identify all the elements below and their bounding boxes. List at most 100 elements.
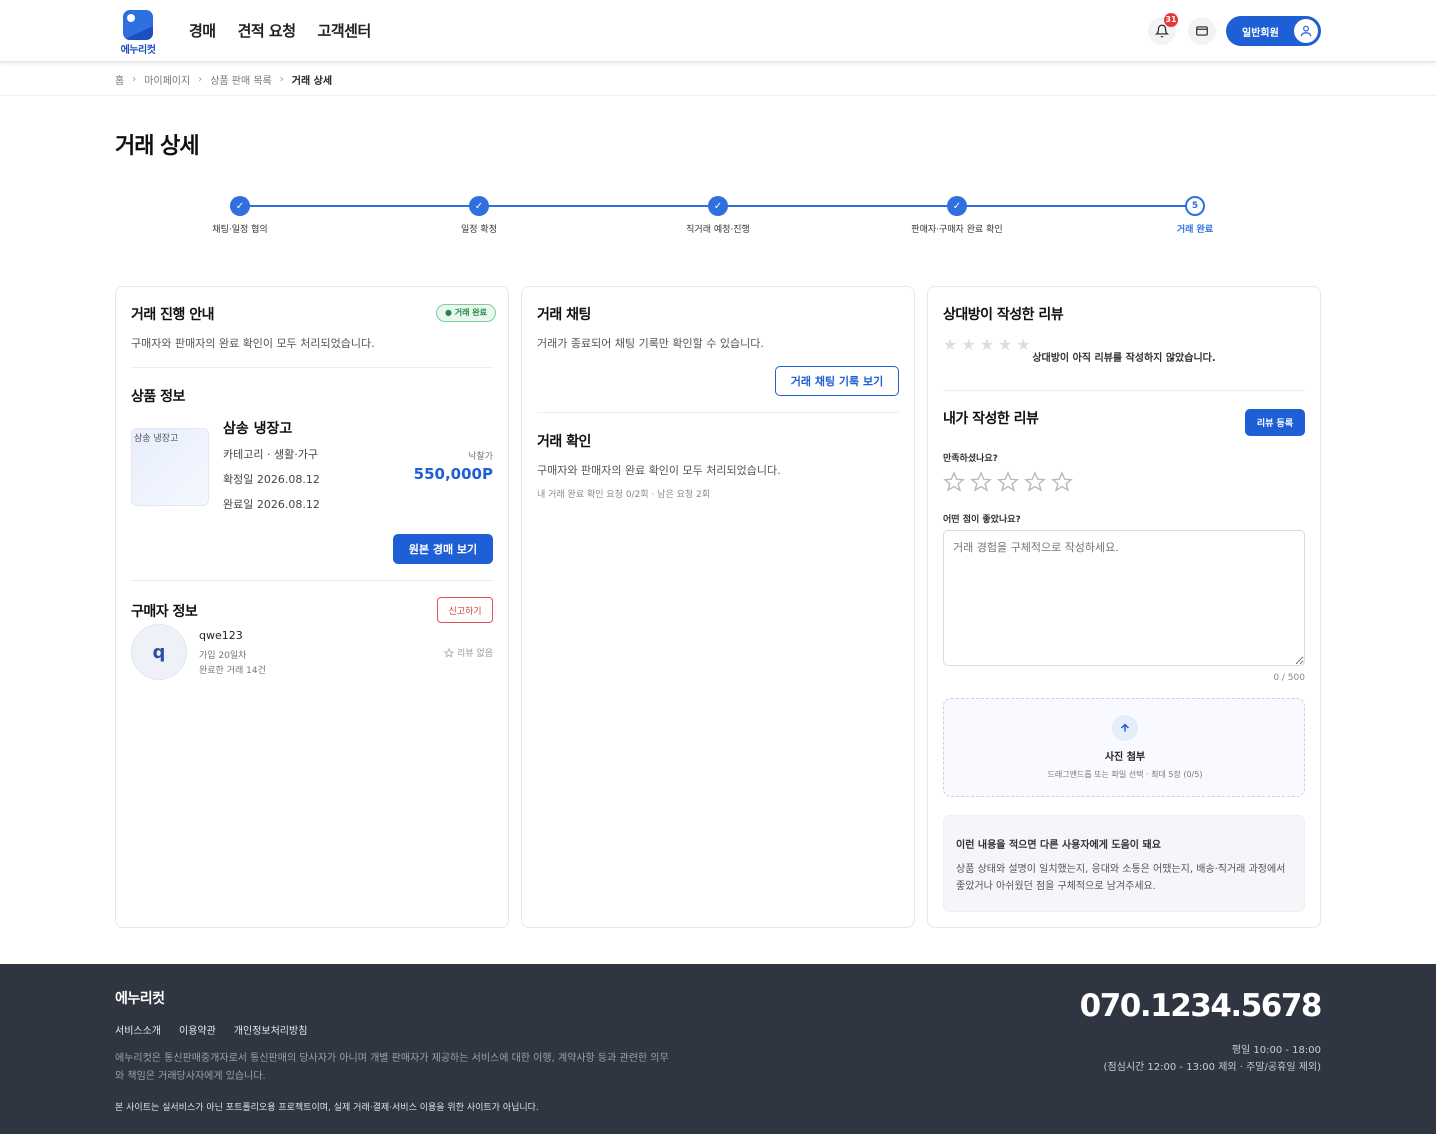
logo-text: 에누리컷 (120, 45, 156, 56)
avatar: q (131, 624, 187, 680)
buyer-trade-count: 완료한 거래 14건 (199, 666, 266, 676)
step-number: 5 (1185, 196, 1205, 216)
review-tip-box: 이런 내용을 적으면 다른 사용자에게 도움이 돼요 상품 상태와 설명이 일치… (943, 815, 1305, 912)
confirm-title: 거래 확인 (537, 434, 591, 450)
buyer-section-title: 구매자 정보 (131, 604, 198, 620)
notification-count-badge: 31 (1164, 13, 1178, 27)
breadcrumb-current: 거래 상세 (291, 76, 333, 87)
divider (131, 367, 493, 368)
wallet-button[interactable] (1188, 17, 1216, 45)
upload-subtitle: 드래그앤드롭 또는 파일 선택 · 최대 5장 (0/5) (1047, 770, 1203, 779)
step-label: 직거래 예정·진행 (686, 225, 750, 235)
notification-button[interactable]: 31 (1148, 13, 1178, 45)
report-button[interactable]: 신고하기 (437, 597, 493, 623)
progress-title: 거래 진행 안내 (131, 307, 215, 323)
product-section-title: 상품 정보 (131, 389, 185, 405)
satisfaction-label: 만족하셨나요? (943, 454, 998, 464)
chat-title: 거래 채팅 (537, 307, 591, 323)
buyer-name: qwe123 (199, 629, 243, 642)
chevron-right-icon: › (198, 74, 203, 85)
progress-desc: 구매자와 판매자의 완료 확인이 모두 처리되었습니다. (131, 337, 375, 350)
product-name: 삼송 냉장고 (223, 421, 293, 437)
tip-body: 상품 상태와 설명이 일치했는지, 응대와 소통은 어땠는지, 배송·직거래 과… (956, 864, 1286, 892)
trade-info-card: 거래 진행 안내 ● 거래 완료 구매자와 판매자의 완료 확인이 모두 처리되… (115, 286, 509, 928)
good-points-label: 어떤 점이 좋았나요? (943, 515, 1021, 525)
product-image: 삼송 냉장고 (131, 428, 209, 506)
hours-text: 평일 10:00 - 18:00 (1231, 1045, 1321, 1056)
product-completed-date: 완료일 2026.08.12 (223, 498, 320, 511)
arrow-up-icon (1112, 715, 1138, 741)
photo-upload-dropzone[interactable]: 사진 첨부 드래그앤드롭 또는 파일 선택 · 최대 5장 (0/5) (943, 698, 1305, 797)
check-icon: ✓ (947, 196, 967, 216)
nav-item-customer-center[interactable]: 고객센터 (318, 20, 372, 41)
other-review-title: 상대방이 작성한 리뷰 (943, 307, 1064, 323)
divider (943, 390, 1305, 391)
nav-item-auction[interactable]: 경매 (189, 20, 216, 41)
footer-link-privacy[interactable]: 개인정보처리방침 (234, 1022, 308, 1037)
footer-hours: 평일 10:00 - 18:00 (점심시간 12:00 - 13:00 제외 … (1104, 1042, 1321, 1076)
breadcrumb: 홈 › 마이페이지 › 상품 판매 목록 › 거래 상세 (115, 72, 332, 87)
product-confirmed-date: 확정일 2026.08.12 (223, 473, 320, 486)
step-label: 채팅·일정 협의 (212, 225, 268, 235)
trade-chat-card: 거래 채팅 거래가 종료되어 채팅 기록만 확인할 수 있습니다. 거래 채팅 … (521, 286, 915, 928)
logo-icon (123, 10, 153, 40)
review-status-text: 리뷰 없음 (457, 649, 493, 659)
user-icon (1294, 19, 1318, 43)
buyer-review-status: 리뷰 없음 (444, 646, 493, 659)
star-rating-3[interactable] (997, 471, 1019, 493)
char-count: 0 / 500 (1273, 673, 1305, 683)
footer-disclaimer: 에누리컷은 통신판매중개자로서 통신판매의 당사자가 아니며 개별 판매자가 제… (115, 1053, 669, 1082)
star-rating-5[interactable] (1051, 471, 1073, 493)
status-badge: ● 거래 완료 (436, 304, 496, 322)
divider (537, 412, 899, 413)
buyer-joined: 가입 20일차 (199, 651, 247, 661)
price-label: 낙찰가 (468, 452, 493, 462)
product-price: 550,000P (413, 465, 493, 483)
other-review-empty: 상대방이 아직 리뷰를 작성하지 않았습니다. (1032, 353, 1216, 364)
footer-link-terms[interactable]: 이용약관 (179, 1022, 216, 1037)
site-header: 에누리컷 경매 견적 요청 고객센터 31 일반회원 (0, 0, 1436, 62)
star-outline-icon (444, 647, 455, 658)
review-card: 상대방이 작성한 리뷰 ★ ★ ★ ★ ★ 상대방이 아직 리뷰를 작성하지 않았습니다… (927, 286, 1321, 928)
review-textarea[interactable] (943, 530, 1305, 666)
star-rating-2[interactable] (970, 471, 992, 493)
breadcrumb-mypage[interactable]: 마이페이지 (144, 72, 190, 87)
footer-link-about[interactable]: 서비스소개 (115, 1022, 161, 1037)
star-rating-4[interactable] (1024, 471, 1046, 493)
confirm-request-meta: 내 거래 완료 확인 요청 0/2회 · 남은 요청 2회 (537, 490, 711, 500)
divider (131, 580, 493, 581)
main-nav: 경매 견적 요청 고객센터 (189, 20, 371, 41)
footer-links: 서비스소개 이용약관 개인정보처리방침 (115, 1022, 307, 1037)
submit-review-button[interactable]: 리뷰 등록 (1245, 409, 1305, 436)
member-label: 일반회원 (1242, 27, 1279, 39)
hours-note: (점심시간 12:00 - 13:00 제외 · 주말/공휴일 제외) (1103, 1062, 1321, 1073)
confirm-desc: 구매자와 판매자의 완료 확인이 모두 처리되었습니다. (537, 464, 781, 477)
chat-desc: 거래가 종료되어 채팅 기록만 확인할 수 있습니다. (537, 337, 764, 350)
footer-notice: 본 사이트는 실서비스가 아닌 포트폴리오용 프로젝트이며, 실제 거래·결제·… (115, 1103, 539, 1113)
site-logo[interactable]: 에누리컷 (115, 10, 161, 56)
footer-logo: 에누리컷 (115, 991, 165, 1007)
chat-history-button[interactable]: 거래 채팅 기록 보기 (775, 366, 899, 396)
page-title: 거래 상세 (115, 134, 200, 159)
step-label: 거래 완료 (1176, 225, 1214, 235)
upload-title: 사진 첨부 (1104, 752, 1146, 763)
breadcrumb-home[interactable]: 홈 (115, 72, 124, 87)
trade-progress-stepper: ✓ 채팅·일정 협의 ✓ 일정 확정 ✓ 직거래 예정·진행 ✓ 판매자·구매자… (212, 196, 1213, 236)
tip-title: 이런 내용을 적으면 다른 사용자에게 도움이 돼요 (956, 840, 1161, 851)
step-label: 판매자·구매자 완료 확인 (911, 225, 1003, 235)
chevron-right-icon: › (132, 74, 137, 85)
member-menu-button[interactable]: 일반회원 (1226, 16, 1321, 46)
footer-phone: 070.1234.5678 (1079, 988, 1323, 1024)
product-category: 카테고리 · 생활·가구 (223, 448, 318, 461)
check-icon: ✓ (469, 196, 489, 216)
view-original-auction-button[interactable]: 원본 경매 보기 (393, 534, 493, 564)
my-review-title: 내가 작성한 리뷰 (943, 411, 1039, 427)
star-rating-1[interactable] (943, 471, 965, 493)
step-label: 일정 확정 (461, 225, 497, 235)
check-icon: ✓ (708, 196, 728, 216)
wallet-icon (1196, 26, 1208, 36)
breadcrumb-sales-list[interactable]: 상품 판매 목록 (210, 72, 272, 87)
nav-item-quote-request[interactable]: 견적 요청 (238, 20, 296, 41)
rating-stars (943, 471, 1073, 493)
site-footer: 에누리컷 서비스소개 이용약관 개인정보처리방침 에누리컷은 통신판매중개자로서… (0, 964, 1436, 1134)
